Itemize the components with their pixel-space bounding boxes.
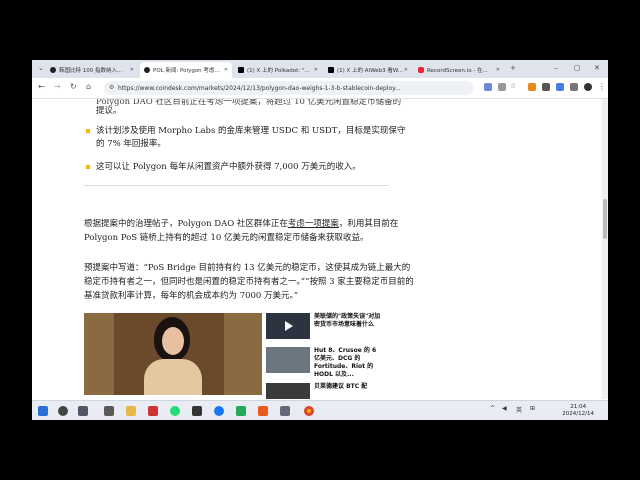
presenter-face (162, 327, 184, 355)
tab-label: (1) X 上的 Polkadot: "... (247, 68, 310, 74)
tab-label: (1) X 上的 AIWeb3 看W... (337, 68, 403, 74)
close-tab-icon[interactable]: ✕ (130, 67, 134, 73)
bookshelf (84, 313, 114, 395)
play-icon (285, 321, 293, 331)
navigation-bar: ← → ↻ ⌂ ⚙ https://www.coindesk.com/marke… (32, 78, 608, 99)
close-tab-icon[interactable]: ✕ (314, 67, 318, 73)
profile-avatar[interactable] (584, 83, 592, 91)
x-favicon-icon (328, 67, 334, 73)
x-favicon-icon (238, 67, 244, 73)
menu-icon[interactable]: ⋮ (598, 82, 606, 91)
url-text: https://www.coindesk.com/markets/2024/12… (118, 84, 401, 92)
presenter-body (144, 359, 202, 395)
related-thumbnail (266, 347, 310, 373)
app-icon[interactable] (280, 406, 290, 416)
bullet-text: 这可以让 Polygon 每年从闲置资产中额外获得 7,000 万美元的收入。 (96, 162, 361, 172)
related-title: 贝莱德建议 BTC 配 (314, 383, 368, 390)
scrollbar-thumb[interactable] (603, 199, 607, 239)
close-tab-icon[interactable]: ✕ (224, 67, 228, 73)
tab-5[interactable]: RecordScreen.io - 在... ✕ (414, 62, 504, 78)
app-icon[interactable] (170, 406, 180, 416)
app-icon[interactable] (236, 406, 246, 416)
bookshelf (224, 313, 262, 395)
bullet-text: 该计划涉及使用 Morpho Labs 的金库来管理 USDC 和 USDT，目… (96, 126, 406, 149)
reload-icon[interactable]: ↻ (70, 82, 77, 91)
desktop-screen: ⌄ 韩国比特 100 指数纳入... ✕ POL 新闻: Polygon 考虑.… (32, 60, 608, 420)
tab-strip: ⌄ 韩国比特 100 指数纳入... ✕ POL 新闻: Polygon 考虑.… (32, 60, 608, 78)
proposal-link[interactable]: 考虑一项提案 (288, 219, 339, 229)
bullet-marker-icon (86, 165, 90, 169)
chrome-icon[interactable] (304, 406, 314, 416)
app-icon[interactable] (214, 406, 224, 416)
back-icon[interactable]: ← (38, 82, 45, 91)
article-content: Polygon DAO 社区目前正在考虑一项提案，将超过 10 亿美元闲置稳定币… (32, 99, 608, 399)
paragraph-1: 根据提案中的治理帖子，Polygon DAO 社区群体正在考虑一项提案，利用其目… (84, 217, 414, 245)
tab-label: 韩国比特 100 指数纳入... (59, 68, 123, 74)
site-info-icon[interactable]: ⚙ (109, 84, 114, 91)
tab-1[interactable]: 韩国比特 100 指数纳入... ✕ (46, 62, 138, 78)
app-icon[interactable] (148, 406, 158, 416)
input-language[interactable]: 英 (516, 405, 522, 414)
task-view-icon[interactable] (78, 406, 88, 416)
page-scrollbar[interactable] (602, 99, 608, 399)
paragraph-2: 预提案中写道：“PoS Bridge 目前持有约 13 亿美元的稳定币，这使其成… (84, 263, 414, 301)
close-window-icon[interactable]: ✕ (594, 64, 600, 72)
extensions-puzzle-icon[interactable] (570, 83, 578, 91)
tab-label: RecordScreen.io - 在... (427, 68, 488, 74)
related-item-3[interactable]: 贝莱德建议 BTC 配 (266, 383, 416, 399)
extension-2-icon[interactable] (556, 83, 564, 91)
section-divider (84, 185, 389, 186)
related-title: 美联储的"政策失误"对加密货币市场意味着什么 (314, 313, 381, 328)
extension-icon[interactable] (542, 83, 550, 91)
tray-chevron-icon[interactable]: ^ (490, 405, 495, 412)
file-explorer-icon[interactable] (126, 406, 136, 416)
app-icon[interactable] (104, 406, 114, 416)
related-thumbnail (266, 313, 310, 339)
bookmark-star-icon[interactable]: ☆ (510, 82, 516, 90)
tab-3[interactable]: (1) X 上的 Polkadot: "... ✕ (234, 62, 322, 78)
clock-time: 21:04 (570, 404, 587, 410)
close-tab-icon[interactable]: ✕ (404, 67, 408, 73)
related-thumbnail (266, 383, 310, 399)
bullet-2: 该计划涉及使用 Morpho Labs 的金库来管理 USDC 和 USDT，目… (86, 125, 406, 151)
related-item-2[interactable]: Hut 8、Crusoe 的 6 亿美元、DCG 的 Fortitude、Rio… (266, 347, 416, 378)
tab-2-active[interactable]: POL 新闻: Polygon 考虑... ✕ (140, 62, 232, 78)
tab-label: POL 新闻: Polygon 考虑... (153, 68, 220, 74)
maximize-icon[interactable]: ▢ (574, 64, 581, 72)
close-tab-icon[interactable]: ✕ (496, 67, 500, 73)
clock-date: 2024/12/14 (562, 411, 594, 417)
bullet-1: 提议。 (96, 105, 406, 118)
favicon-icon (50, 67, 56, 73)
volume-icon[interactable]: ◀ (502, 405, 507, 412)
system-clock[interactable]: 21:04 2024/12/14 (562, 404, 594, 418)
bullet-3: 这可以让 Polygon 每年从闲置资产中额外获得 7,000 万美元的收入。 (86, 161, 406, 174)
coindesk-favicon-icon (144, 67, 150, 73)
related-title: Hut 8、Crusoe 的 6 亿美元、DCG 的 Fortitude、Rio… (314, 347, 377, 378)
metamask-icon[interactable] (528, 83, 536, 91)
start-windows-icon[interactable] (38, 406, 48, 416)
recordscreen-favicon-icon (418, 67, 424, 73)
minimize-icon[interactable]: – (554, 64, 558, 72)
tab-search-icon[interactable]: ⌄ (38, 64, 44, 72)
para-text: 根据提案中的治理帖子，Polygon DAO 社区群体正在 (84, 219, 288, 229)
address-bar[interactable]: ⚙ https://www.coindesk.com/markets/2024/… (104, 81, 474, 95)
related-item-1[interactable]: 美联储的"政策失误"对加密货币市场意味着什么 (266, 313, 416, 339)
bullet-text: 提议。 (96, 106, 122, 116)
windows-taskbar: ^ ◀ 英 ⊞ 21:04 2024/12/14 (32, 400, 608, 420)
search-icon[interactable] (58, 406, 68, 416)
app-icon[interactable] (258, 406, 268, 416)
app-icon[interactable] (192, 406, 202, 416)
tab-4[interactable]: (1) X 上的 AIWeb3 看W... ✕ (324, 62, 412, 78)
video-player[interactable] (84, 313, 262, 395)
ime-icon[interactable]: ⊞ (530, 405, 535, 412)
share-icon[interactable] (498, 83, 506, 91)
translate-icon[interactable] (484, 83, 492, 91)
bullet-marker-icon (86, 129, 90, 133)
new-tab-icon[interactable]: + (510, 64, 516, 72)
forward-icon[interactable]: → (54, 82, 61, 91)
home-icon[interactable]: ⌂ (86, 82, 91, 91)
